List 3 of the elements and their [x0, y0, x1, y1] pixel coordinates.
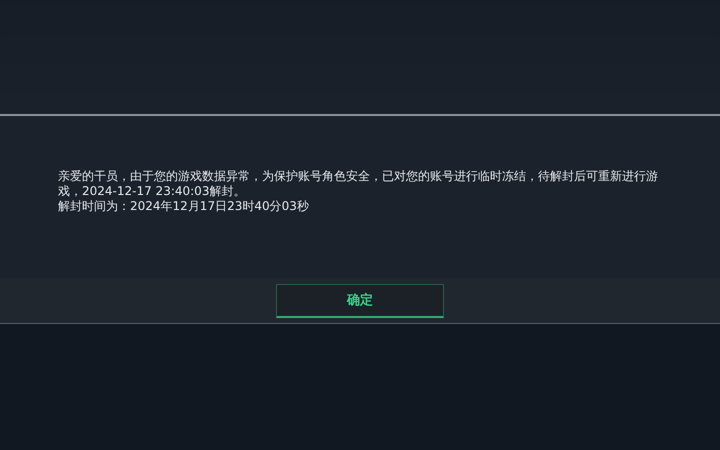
message-text: 解封时间为：2024年12月17日23时40分03秒 [58, 199, 310, 214]
message-text: 亲爱的干员，由于您的游戏数据异常，为保护账号角色安全，已对您的账号进行临时冻结，待解封后可重新进行游戏，2024-12-17 23:40:03解封。 [58, 169, 659, 199]
confirm-button[interactable]: 确定 [276, 284, 444, 318]
